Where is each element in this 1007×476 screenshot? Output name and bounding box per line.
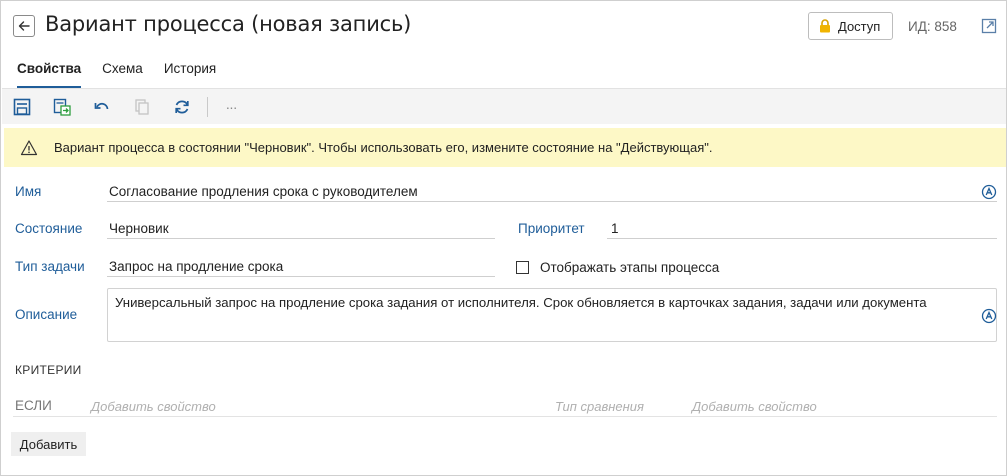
warning-icon [20,139,38,155]
refresh-button[interactable] [172,97,192,117]
save-button[interactable] [12,97,32,117]
priority-field[interactable]: 1 [611,221,619,236]
tab-schema[interactable]: Схема [102,61,143,88]
add-property-input[interactable]: Добавить свойство [91,399,216,414]
name-field-underline [107,201,997,202]
task-type-field[interactable]: Запрос на продление срока [109,259,283,274]
window-frame: Вариант процесса (новая запись) Доступ И… [0,0,1007,476]
show-stages-checkbox[interactable] [516,261,529,274]
warning-banner: Вариант процесса в состоянии "Черновик".… [4,128,1006,167]
undo-icon [94,102,109,110]
add-criterion-button[interactable]: Добавить [11,432,86,456]
save-and-close-icon [53,98,71,116]
description-label: Описание [15,307,78,322]
add-value-property-input[interactable]: Добавить свойство [692,399,817,414]
priority-label: Приоритет [518,221,585,236]
if-label: ЕСЛИ [15,398,52,413]
page-title: Вариант процесса (новая запись) [45,12,412,36]
more-icon: ··· [225,99,238,115]
task-type-label: Тип задачи [15,259,85,274]
access-button-label: Доступ [838,18,881,34]
show-stages-label: Отображать этапы процесса [540,260,720,275]
warning-text: Вариант процесса в состоянии "Черновик".… [54,140,713,155]
copy-button[interactable] [132,97,152,117]
back-button[interactable] [13,15,35,37]
toolbar-divider [207,97,208,117]
toolbar: ··· [2,88,1006,124]
state-field-underline [107,238,495,239]
refresh-icon [175,100,189,114]
state-field[interactable]: Черновик [109,221,169,236]
criteria-section-title: КРИТЕРИИ [15,363,82,377]
open-in-new-window-icon[interactable] [981,18,997,34]
copy-icon [135,99,149,115]
save-and-close-button[interactable] [52,97,72,117]
lock-icon [820,19,830,33]
description-text: Универсальный запрос на продление срока … [115,295,927,310]
record-id: ИД: 858 [908,19,957,34]
more-button[interactable]: ··· [221,97,241,117]
name-field[interactable]: Согласование продления срока с руководит… [109,184,418,199]
criteria-row-divider [13,416,997,417]
name-label: Имя [15,184,42,199]
tab-properties[interactable]: Свойства [17,61,82,88]
translate-icon[interactable] [981,184,997,200]
state-label: Состояние [15,221,83,236]
priority-field-underline [607,238,997,239]
save-icon [13,98,31,116]
access-button[interactable]: Доступ [808,12,893,40]
tab-bar: Свойства Схема История [17,61,237,88]
undo-button[interactable] [92,97,112,117]
task-type-field-underline [107,276,495,277]
tab-history[interactable]: История [164,61,216,88]
comparison-type-input[interactable]: Тип сравнения [555,399,644,414]
arrow-left-icon [18,21,30,31]
translate-icon[interactable] [981,308,997,324]
